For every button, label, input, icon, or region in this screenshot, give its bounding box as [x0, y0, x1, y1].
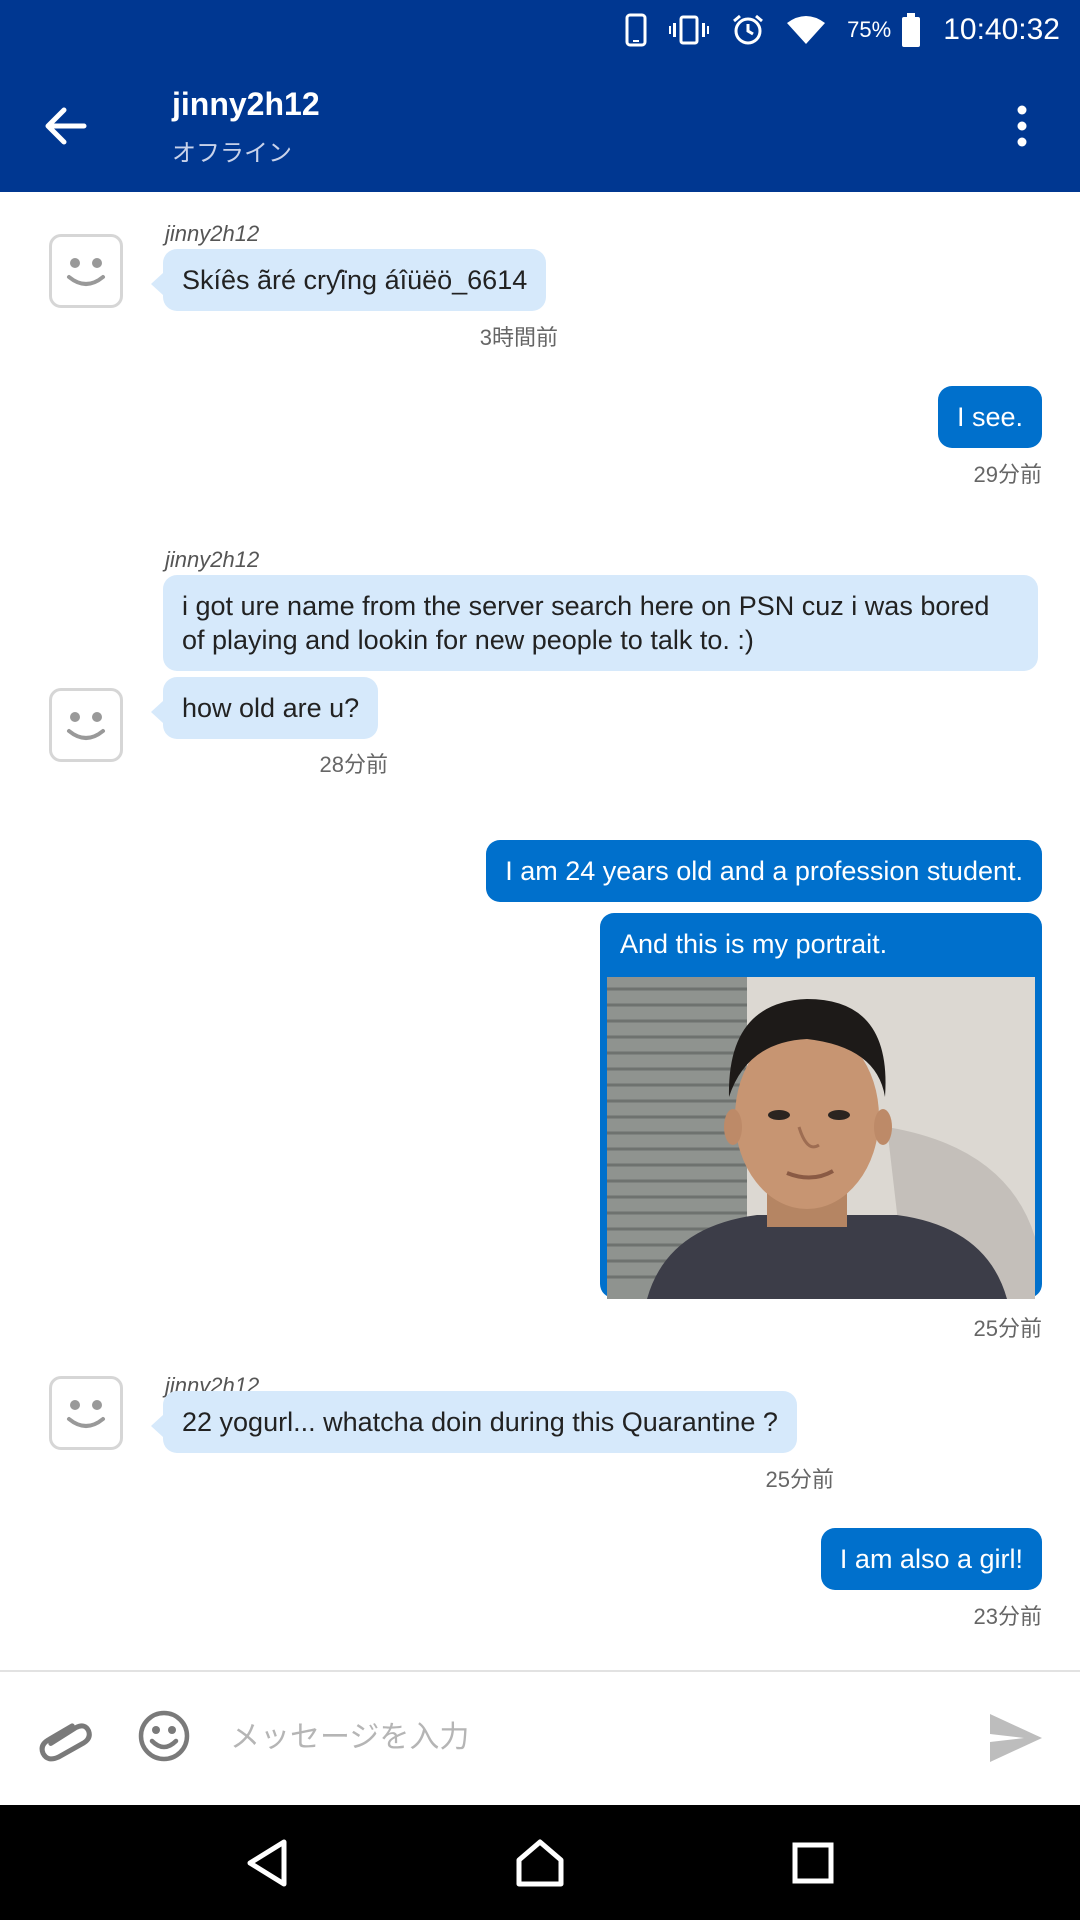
message-timestamp: 29分前 — [973, 462, 1042, 487]
clock: 10:40:32 — [943, 13, 1060, 46]
chat-screen: 75% 10:40:32 jinny2h12 オフライン jinny2h12 S… — [0, 0, 1080, 1920]
paperclip-icon — [39, 1723, 92, 1762]
incoming-message-bubble[interactable]: i got ure name from the server search he… — [163, 575, 1038, 671]
contact-status: オフライン — [172, 140, 292, 167]
incoming-message-bubble[interactable]: how old are u? — [150, 677, 379, 739]
nav-home-button[interactable] — [500, 1823, 580, 1903]
avatar[interactable] — [49, 234, 123, 308]
square-recents-icon — [792, 1842, 834, 1883]
message-timestamp: 28分前 — [319, 752, 388, 777]
message-timestamp: 23分前 — [973, 1604, 1042, 1629]
outgoing-photo-bubble[interactable]: And this is my portrait. — [600, 913, 1042, 1299]
back-button[interactable] — [30, 90, 102, 162]
portrait-photo[interactable] — [607, 977, 1035, 1299]
photo-caption: And this is my portrait. — [620, 929, 888, 959]
send-button[interactable] — [988, 1712, 1044, 1764]
outgoing-message-bubble[interactable]: I am also a girl! — [820, 1528, 1042, 1590]
contact-name: jinny2h12 — [172, 86, 320, 122]
alarm-icon — [731, 13, 765, 47]
emoji-button[interactable] — [136, 1708, 192, 1764]
avatar[interactable] — [49, 1376, 123, 1450]
message-timestamp: 25分前 — [765, 1467, 834, 1492]
message-sender: jinny2h12 — [165, 221, 260, 246]
message-input[interactable] — [230, 1702, 950, 1772]
nav-recents-button[interactable] — [773, 1823, 853, 1903]
more-vert-icon — [1017, 105, 1027, 147]
message-composer — [0, 1670, 1080, 1805]
avatar[interactable] — [49, 688, 123, 762]
system-nav-bar — [0, 1805, 1080, 1920]
incoming-message-bubble[interactable]: Skíês ãré crƴïng áîüëö_6614 — [150, 249, 547, 311]
back-arrow-icon — [45, 107, 87, 145]
incoming-message-bubble[interactable]: 22 yogurl... whatcha doin during this Qu… — [151, 1391, 797, 1453]
message-timestamp: 25分前 — [973, 1316, 1042, 1341]
conversation-header[interactable]: jinny2h12 オフライン — [172, 86, 320, 168]
smiley-avatar-icon — [67, 258, 105, 286]
smiley-avatar-icon — [67, 712, 105, 740]
message-sender: jinny2h12 — [165, 547, 260, 572]
outgoing-message-bubble[interactable]: I am 24 years old and a profession stude… — [486, 840, 1042, 902]
message-list[interactable]: jinny2h12 Skíês ãré crƴïng áîüëö_6614 3時… — [0, 192, 1080, 1670]
app-bar: jinny2h12 オフライン — [0, 60, 1080, 192]
phone-icon — [625, 13, 647, 47]
more-options-button[interactable] — [994, 90, 1050, 162]
send-icon — [990, 1714, 1042, 1762]
smiley-avatar-icon — [67, 1400, 105, 1428]
nav-back-button[interactable] — [227, 1823, 307, 1903]
battery-icon — [901, 13, 921, 47]
message-timestamp: 3時間前 — [479, 325, 558, 350]
home-icon — [516, 1839, 564, 1886]
attach-button[interactable] — [38, 1710, 94, 1766]
emoji-icon — [138, 1710, 190, 1762]
wifi-icon — [787, 15, 826, 45]
vibrate-icon — [669, 15, 710, 45]
outgoing-message-bubble[interactable]: I see. — [937, 386, 1042, 448]
triangle-back-icon — [247, 1839, 287, 1886]
status-bar: 75% 10:40:32 — [0, 0, 1080, 60]
battery-percentage: 75% — [847, 17, 892, 42]
